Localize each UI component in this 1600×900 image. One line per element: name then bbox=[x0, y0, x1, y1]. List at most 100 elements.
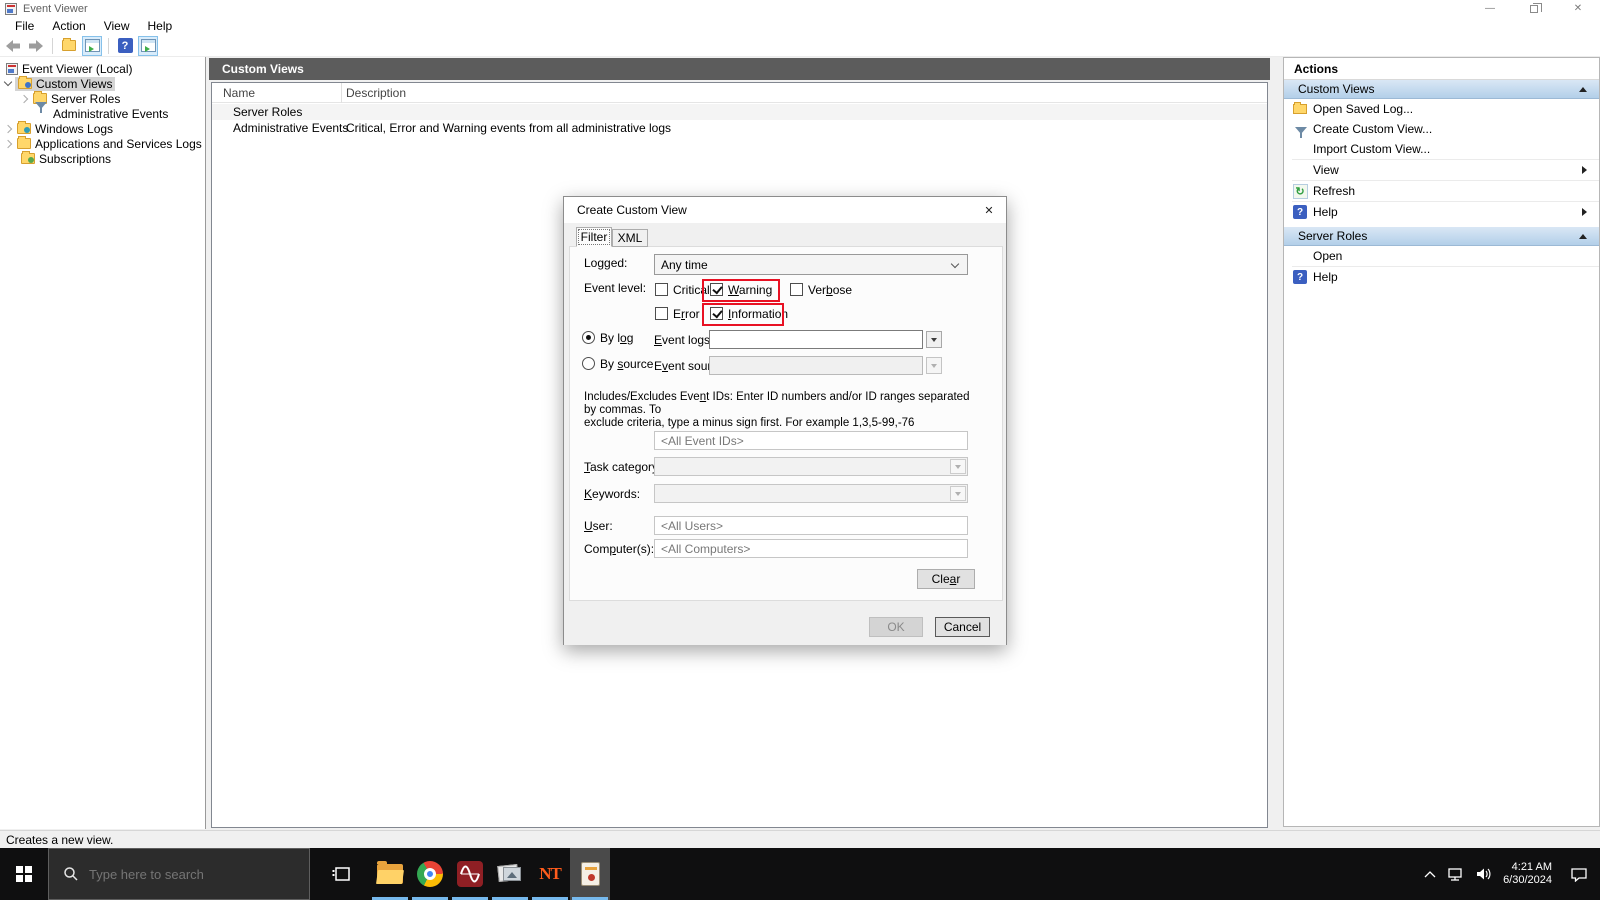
logged-dropdown[interactable]: Any time bbox=[654, 254, 968, 275]
forward-arrow-icon bbox=[29, 39, 43, 52]
menu-help[interactable]: Help bbox=[139, 17, 182, 35]
file-explorer-icon bbox=[376, 861, 404, 884]
photos-app-taskbar-button[interactable] bbox=[490, 848, 530, 900]
action-create-custom-view[interactable]: Create Custom View... bbox=[1284, 119, 1599, 139]
column-description[interactable]: Description bbox=[346, 86, 406, 100]
help-toolbar-button[interactable]: ? bbox=[115, 36, 135, 56]
by-log-radio[interactable] bbox=[582, 331, 595, 344]
menu-file[interactable]: File bbox=[6, 17, 43, 35]
annotation-box-warning bbox=[702, 279, 780, 302]
event-logs-dropdown-button[interactable] bbox=[926, 331, 942, 348]
error-checkbox[interactable] bbox=[655, 307, 668, 320]
start-button[interactable] bbox=[0, 848, 48, 900]
action-help[interactable]: ? Help bbox=[1284, 202, 1599, 222]
action-label: View bbox=[1313, 163, 1339, 177]
submenu-arrow-icon bbox=[1582, 166, 1587, 174]
network-icon[interactable] bbox=[1447, 866, 1465, 882]
tree-item-windows-logs[interactable]: Windows Logs bbox=[0, 121, 205, 136]
actions-pane-title: Actions bbox=[1284, 58, 1599, 80]
event-viewer-icon bbox=[6, 62, 18, 75]
collapse-icon[interactable] bbox=[1579, 86, 1587, 92]
forward-button[interactable] bbox=[26, 36, 46, 56]
column-divider[interactable] bbox=[341, 83, 342, 103]
action-open-saved-log[interactable]: Open Saved Log... bbox=[1284, 99, 1599, 119]
toolbar-separator bbox=[108, 37, 109, 54]
user-input[interactable]: <All Users> bbox=[654, 516, 968, 535]
tree-item-server-roles[interactable]: Server Roles bbox=[0, 91, 205, 106]
tab-xml[interactable]: XML bbox=[612, 229, 648, 247]
filter-funnel-icon bbox=[34, 101, 49, 123]
help-icon: ? bbox=[1292, 270, 1308, 285]
menu-action[interactable]: Action bbox=[43, 17, 94, 35]
verbose-checkbox[interactable] bbox=[790, 283, 803, 296]
dialog-title-bar: Create Custom View bbox=[564, 197, 1006, 223]
ok-button[interactable]: OK bbox=[869, 617, 923, 637]
console-tree-icon bbox=[84, 39, 100, 52]
tree-item-administrative-events[interactable]: Administrative Events bbox=[0, 101, 205, 123]
nt-app-taskbar-button[interactable]: NT bbox=[530, 848, 570, 900]
tree-item-event-viewer-local[interactable]: Event Viewer (Local) bbox=[0, 61, 205, 76]
back-button[interactable] bbox=[3, 36, 23, 56]
file-explorer-taskbar-button[interactable] bbox=[370, 848, 410, 900]
volume-icon[interactable] bbox=[1475, 866, 1493, 882]
list-column-header[interactable]: Name Description bbox=[212, 83, 1267, 103]
action-refresh[interactable]: ↻ Refresh bbox=[1284, 181, 1599, 201]
cancel-button[interactable]: Cancel bbox=[935, 617, 990, 637]
chevron-right-icon[interactable] bbox=[3, 124, 13, 133]
menu-view[interactable]: View bbox=[95, 17, 139, 35]
table-row[interactable]: Administrative Events Critical, Error an… bbox=[212, 120, 1267, 136]
actions-section-server-roles[interactable]: Server Roles bbox=[1284, 227, 1599, 246]
action-import-custom-view[interactable]: Import Custom View... bbox=[1284, 139, 1599, 159]
clear-button[interactable]: Clear bbox=[917, 569, 975, 589]
verbose-label[interactable]: Verbose bbox=[808, 283, 852, 297]
by-log-label[interactable]: By log bbox=[600, 331, 633, 345]
dialog-close-button[interactable]: ✕ bbox=[972, 197, 1006, 223]
taskbar: NT 4:21 AM 6/30/2024 bbox=[0, 848, 1600, 900]
sine-app-taskbar-button[interactable] bbox=[450, 848, 490, 900]
chevron-right-icon[interactable] bbox=[19, 94, 29, 103]
status-bar: Creates a new view. bbox=[0, 830, 1600, 848]
actions-section-custom-views[interactable]: Custom Views bbox=[1284, 80, 1599, 99]
computers-input[interactable]: <All Computers> bbox=[654, 539, 968, 558]
apps-logs-folder-icon bbox=[17, 136, 31, 149]
taskbar-search[interactable] bbox=[48, 848, 310, 900]
row-name: Administrative Events bbox=[233, 121, 349, 135]
column-name[interactable]: Name bbox=[223, 86, 255, 100]
event-ids-note: Includes/Excludes Event IDs: Enter ID nu… bbox=[584, 391, 970, 429]
chevron-right-icon[interactable] bbox=[3, 139, 13, 148]
tree-item-subscriptions[interactable]: Subscriptions bbox=[0, 151, 205, 166]
chevron-down-icon[interactable] bbox=[3, 77, 13, 87]
by-source-label[interactable]: By source bbox=[600, 357, 653, 371]
action-help-server-roles[interactable]: ? Help bbox=[1284, 267, 1599, 287]
show-action-pane-button[interactable] bbox=[138, 35, 158, 56]
action-open[interactable]: Open bbox=[1284, 246, 1599, 266]
table-row[interactable]: Server Roles bbox=[212, 104, 1267, 120]
event-logs-input[interactable] bbox=[709, 330, 923, 349]
critical-checkbox[interactable] bbox=[655, 283, 668, 296]
collapse-icon[interactable] bbox=[1579, 233, 1587, 239]
refresh-icon: ↻ bbox=[1292, 183, 1308, 199]
export-button[interactable] bbox=[59, 36, 79, 56]
action-center-icon[interactable] bbox=[1570, 866, 1588, 882]
minimize-button[interactable]: — bbox=[1468, 0, 1512, 17]
tree-item-custom-views[interactable]: Custom Views bbox=[0, 76, 205, 91]
error-label[interactable]: Error bbox=[673, 307, 700, 321]
tree-item-applications-services-logs[interactable]: Applications and Services Logs bbox=[0, 136, 205, 151]
submenu-arrow-icon bbox=[1582, 208, 1587, 216]
event-ids-input[interactable]: <All Event IDs> bbox=[654, 431, 968, 450]
show-console-tree-button[interactable] bbox=[82, 35, 102, 56]
restore-button[interactable] bbox=[1512, 0, 1556, 17]
action-pane-icon bbox=[140, 39, 156, 52]
task-category-dropdown bbox=[654, 457, 968, 476]
by-source-radio[interactable] bbox=[582, 357, 595, 370]
search-input[interactable] bbox=[89, 866, 289, 882]
task-view-button[interactable] bbox=[322, 848, 362, 900]
action-view[interactable]: View bbox=[1284, 160, 1599, 180]
event-viewer-taskbar-button[interactable] bbox=[570, 848, 610, 900]
chrome-taskbar-button[interactable] bbox=[410, 848, 450, 900]
user-label: User: bbox=[584, 519, 613, 533]
tray-chevron-up-icon[interactable] bbox=[1423, 869, 1437, 879]
close-button[interactable]: ✕ bbox=[1556, 0, 1600, 17]
tab-filter[interactable]: Filter bbox=[576, 227, 612, 247]
taskbar-clock[interactable]: 4:21 AM 6/30/2024 bbox=[1503, 861, 1552, 887]
